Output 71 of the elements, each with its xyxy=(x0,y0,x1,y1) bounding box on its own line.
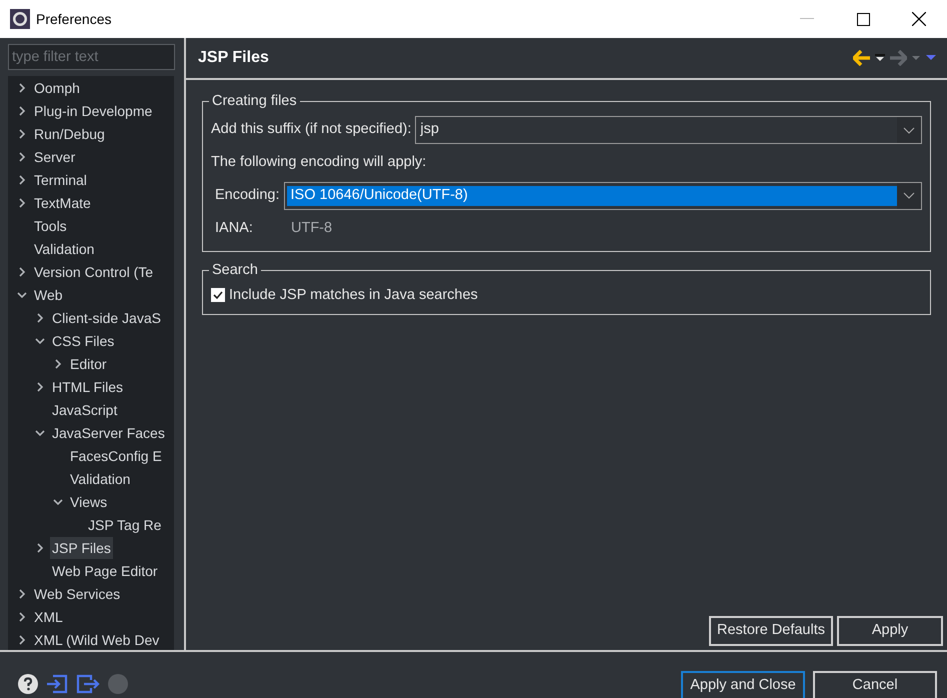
collapsed-chevron-icon[interactable] xyxy=(17,82,27,92)
collapsed-chevron-icon[interactable] xyxy=(17,266,27,276)
app-icon xyxy=(10,9,30,29)
tree-item[interactable]: Terminal xyxy=(32,168,89,190)
tree-item[interactable]: Plug-in Developme xyxy=(32,100,154,122)
checkbox[interactable] xyxy=(211,288,225,302)
tree-item[interactable]: Tools xyxy=(32,214,69,236)
collapsed-chevron-icon[interactable] xyxy=(35,382,45,392)
view-menu-icon[interactable] xyxy=(925,54,937,62)
encoding-label: Encoding: xyxy=(215,186,280,205)
collapsed-chevron-icon[interactable] xyxy=(17,198,27,208)
collapsed-chevron-icon[interactable] xyxy=(17,612,27,622)
collapsed-chevron-icon[interactable] xyxy=(53,358,63,368)
expanded-chevron-icon[interactable] xyxy=(17,290,27,300)
tree-item[interactable]: Web xyxy=(32,284,65,306)
suffix-combo[interactable]: jsp xyxy=(415,116,922,144)
expanded-chevron-icon[interactable] xyxy=(53,496,63,506)
collapsed-chevron-icon[interactable] xyxy=(35,542,45,552)
collapsed-chevron-icon[interactable] xyxy=(17,634,27,644)
help-icon[interactable] xyxy=(18,674,38,694)
filter-field[interactable]: type filter text xyxy=(8,44,175,70)
collapsed-chevron-icon[interactable] xyxy=(17,152,27,162)
tree-item[interactable]: Web Page Editor xyxy=(50,560,160,582)
tree-item[interactable]: Views xyxy=(68,490,110,512)
chevron-down-icon xyxy=(903,126,915,134)
tree-item[interactable]: Validation xyxy=(68,468,132,490)
tree-item[interactable]: Validation xyxy=(32,238,96,260)
close-icon xyxy=(912,12,926,26)
tree-item[interactable]: Version Control (Te xyxy=(32,260,156,282)
tree-item[interactable]: JSP Files xyxy=(50,536,113,558)
suffix-label: Add this suffix (if not specified): xyxy=(211,120,412,140)
iana-value: UTF-8 xyxy=(291,218,332,238)
collapsed-chevron-icon[interactable] xyxy=(17,128,27,138)
chevron-down-icon xyxy=(903,192,915,200)
expanded-chevron-icon[interactable] xyxy=(35,336,45,346)
iana-label: IANA: xyxy=(215,218,254,238)
tree-item[interactable]: TextMate xyxy=(32,192,93,214)
collapsed-chevron-icon[interactable] xyxy=(17,106,27,116)
collapsed-chevron-icon[interactable] xyxy=(17,588,27,598)
checkbox-label: Include JSP matches in Java searches xyxy=(229,286,478,304)
tree-item[interactable]: Run/Debug xyxy=(32,122,107,144)
restore-defaults-button[interactable]: Restore Defaults xyxy=(709,616,833,646)
collapsed-chevron-icon[interactable] xyxy=(17,174,27,184)
tree-item[interactable]: JavaServer Faces xyxy=(50,422,167,444)
apply-button[interactable]: Apply xyxy=(837,616,943,646)
tree-item[interactable]: XML xyxy=(32,606,65,628)
maximize-icon xyxy=(856,12,870,26)
tree-item[interactable]: JSP Tag Re xyxy=(86,514,164,536)
minimize-icon xyxy=(800,18,814,20)
tree-item[interactable]: Client-side JavaS xyxy=(50,306,163,328)
cancel-button[interactable]: Cancel xyxy=(813,671,937,698)
page-title: JSP Files xyxy=(198,48,269,68)
tree-item[interactable]: FacesConfig E xyxy=(68,444,164,466)
tree-item[interactable]: CSS Files xyxy=(50,330,116,352)
window-title: Preferences xyxy=(36,10,112,28)
tree-item[interactable]: Web Services xyxy=(32,582,122,604)
expanded-chevron-icon[interactable] xyxy=(35,428,45,438)
tree-item[interactable]: Server xyxy=(32,146,78,168)
encoding-combo[interactable]: ISO 10646/Unicode(UTF-8) xyxy=(284,182,922,210)
back-arrow-icon[interactable] xyxy=(853,50,871,66)
tree-item[interactable]: HTML Files xyxy=(50,376,126,398)
tree-item[interactable]: Editor xyxy=(68,352,109,374)
encoding-note: The following encoding will apply: xyxy=(211,153,428,172)
dropdown-icon[interactable] xyxy=(875,54,885,62)
collapsed-chevron-icon[interactable] xyxy=(35,312,45,322)
apply-and-close-button[interactable]: Apply and Close xyxy=(681,671,805,698)
import-icon[interactable] xyxy=(46,674,68,694)
export-icon[interactable] xyxy=(76,674,100,694)
tree-item[interactable]: JavaScript xyxy=(50,398,120,420)
tree-item[interactable]: Oomph xyxy=(32,76,82,98)
tree-item[interactable]: XML (Wild Web Dev xyxy=(32,628,162,650)
